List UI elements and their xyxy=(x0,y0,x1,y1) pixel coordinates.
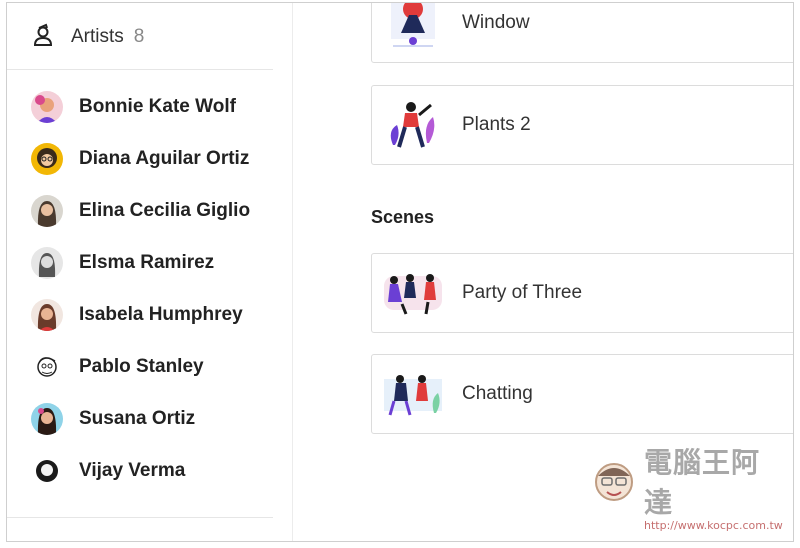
avatar xyxy=(31,403,63,435)
watermark-url: http://www.kocpc.com.tw xyxy=(644,518,783,532)
artist-list: Bonnie Kate Wolf Diana Aguilar Ortiz Eli… xyxy=(31,81,281,497)
avatar xyxy=(31,195,63,227)
divider xyxy=(7,69,273,70)
artist-icon xyxy=(31,23,55,52)
scene-card-chatting[interactable]: Chatting xyxy=(371,354,793,434)
divider xyxy=(7,517,273,518)
mascot-logo-icon xyxy=(590,458,638,515)
chatting-illustration-icon xyxy=(380,363,446,425)
window-illustration-icon xyxy=(380,3,446,54)
artists-label: Artists xyxy=(71,26,124,47)
illustration-card-window[interactable]: Window xyxy=(371,3,793,63)
artist-name: Pablo Stanley xyxy=(79,356,204,377)
card-label: Plants 2 xyxy=(462,114,531,135)
avatar xyxy=(31,455,63,487)
card-label: Chatting xyxy=(462,383,533,404)
artists-count: 8 xyxy=(133,26,145,47)
avatar xyxy=(31,247,63,279)
artists-sidebar: Artists 8 Bonnie Kate Wolf Diana Aguilar… xyxy=(7,3,293,541)
artist-name: Bonnie Kate Wolf xyxy=(79,96,236,117)
artist-item-susana-ortiz[interactable]: Susana Ortiz xyxy=(31,393,281,445)
artist-name: Elina Cecilia Giglio xyxy=(79,200,251,221)
watermark: 電腦王阿達 http://www.kocpc.com.tw xyxy=(590,446,786,532)
party-illustration-icon xyxy=(380,262,446,324)
avatar xyxy=(31,143,63,175)
artists-header[interactable]: Artists 8 xyxy=(31,17,271,57)
artist-name: Isabela Humphrey xyxy=(79,304,243,325)
artist-item-diana-aguilar-ortiz[interactable]: Diana Aguilar Ortiz xyxy=(31,133,281,185)
card-label: Party of Three xyxy=(462,282,583,303)
plants-illustration-icon xyxy=(380,94,446,156)
avatar xyxy=(31,299,63,331)
artist-name: Susana Ortiz xyxy=(79,408,196,429)
watermark-title: 電腦王阿達 xyxy=(644,445,761,519)
avatar xyxy=(31,91,63,123)
artist-item-isabela-humphrey[interactable]: Isabela Humphrey xyxy=(31,289,281,341)
avatar xyxy=(31,351,63,383)
artist-item-elsma-ramirez[interactable]: Elsma Ramirez xyxy=(31,237,281,289)
scene-card-party-of-three[interactable]: Party of Three xyxy=(371,253,793,333)
artist-name: Diana Aguilar Ortiz xyxy=(79,148,250,169)
card-label: Window xyxy=(462,12,530,33)
artist-item-pablo-stanley[interactable]: Pablo Stanley xyxy=(31,341,281,393)
scenes-section-title: Scenes xyxy=(371,207,435,227)
illustration-card-plants-2[interactable]: Plants 2 xyxy=(371,85,793,165)
artist-name: Vijay Verma xyxy=(79,460,186,481)
artist-item-vijay-verma[interactable]: Vijay Verma xyxy=(31,445,281,497)
artist-item-bonnie-kate-wolf[interactable]: Bonnie Kate Wolf xyxy=(31,81,281,133)
artist-name: Elsma Ramirez xyxy=(79,252,215,273)
artist-item-elina-cecilia-giglio[interactable]: Elina Cecilia Giglio xyxy=(31,185,281,237)
